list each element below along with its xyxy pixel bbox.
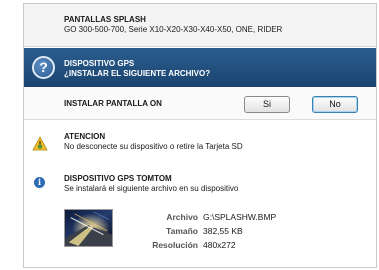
info-message: DISPOSITIVO GPS TOMTOM Se instalará el s… [64, 174, 238, 194]
no-button[interactable]: No [312, 96, 358, 113]
archivo-row: Archivo G:\SPLASHW.BMP [119, 212, 276, 226]
tamano-value: 382,55 KB [203, 226, 243, 236]
resolucion-value: 480x272 [203, 240, 236, 250]
banner-line2: ¿INSTALAR EL SIGUIENTE ARCHIVO? [64, 69, 211, 78]
archivo-label: Archivo [166, 212, 198, 222]
header-subtitle: GO 300-500-700, Serie X10-X20-X30-X40-X5… [64, 25, 283, 34]
resolucion-row: Resolución 480x272 [119, 240, 276, 254]
dialog-header: PANTALLAS SPLASH GO 300-500-700, Serie X… [24, 4, 376, 47]
install-label: INSTALAR PANTALLA ON [64, 99, 162, 108]
banner-line1: DISPOSITIVO GPS [64, 59, 135, 68]
info-icon: i [34, 177, 45, 188]
tamano-row: Tamaño 382,55 KB [119, 226, 276, 240]
header-title: PANTALLAS SPLASH [64, 15, 146, 24]
install-row: INSTALAR PANTALLA ON Si No [24, 87, 376, 120]
warning-icon [32, 136, 48, 151]
resolucion-label: Resolución [152, 240, 198, 250]
splash-thumbnail [64, 209, 113, 247]
banner-text: DISPOSITIVO GPS ¿INSTALAR EL SIGUIENTE A… [64, 59, 210, 79]
tamano-label: Tamaño [166, 226, 198, 236]
info-text: Se instalará el siguiente archivo en su … [64, 184, 239, 193]
warning-text: No desconecte su dispositivo o retire la… [64, 142, 243, 151]
install-dialog: PANTALLAS SPLASH GO 300-500-700, Serie X… [23, 3, 377, 268]
file-details: Archivo G:\SPLASHW.BMP Tamaño 382,55 KB Re… [119, 212, 276, 254]
warning-message: ATENCION No desconecte su dispositivo o … [64, 132, 243, 152]
warning-title: ATENCION [64, 132, 106, 141]
archivo-value: G:\SPLASHW.BMP [203, 212, 277, 222]
info-title: DISPOSITIVO GPS TOMTOM [64, 174, 172, 183]
yes-button[interactable]: Si [244, 96, 290, 113]
question-icon: ? [32, 56, 55, 79]
question-banner: ? DISPOSITIVO GPS ¿INSTALAR EL SIGUIENTE… [24, 48, 376, 87]
